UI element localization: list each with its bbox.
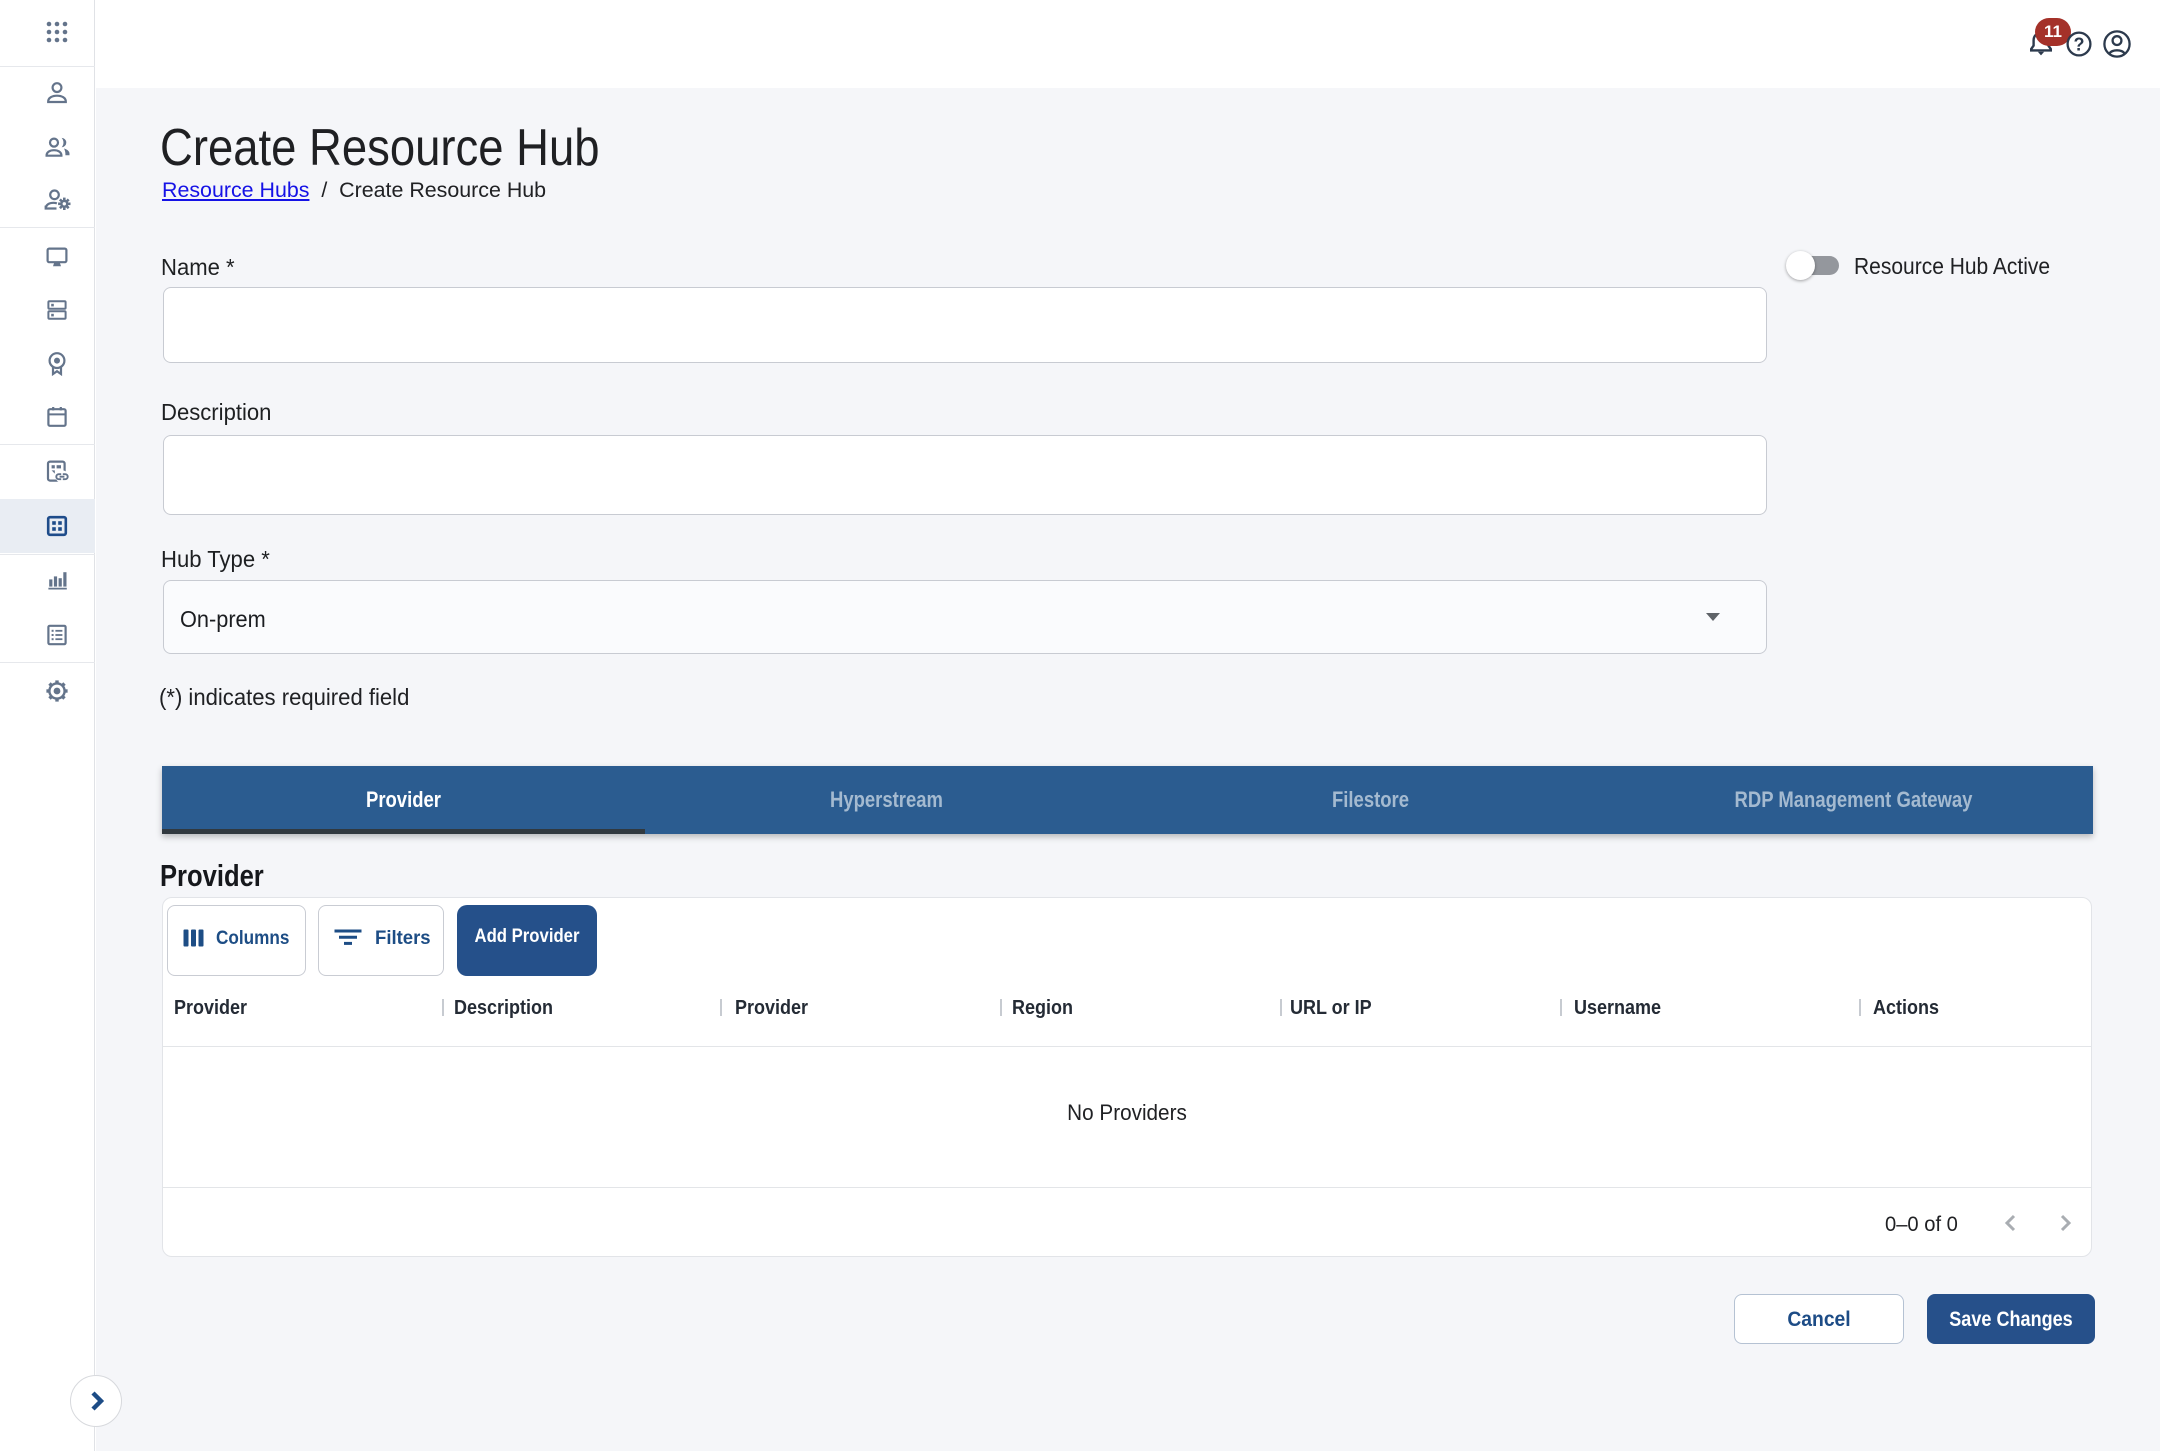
svg-text:?: ? [2074, 35, 2085, 55]
